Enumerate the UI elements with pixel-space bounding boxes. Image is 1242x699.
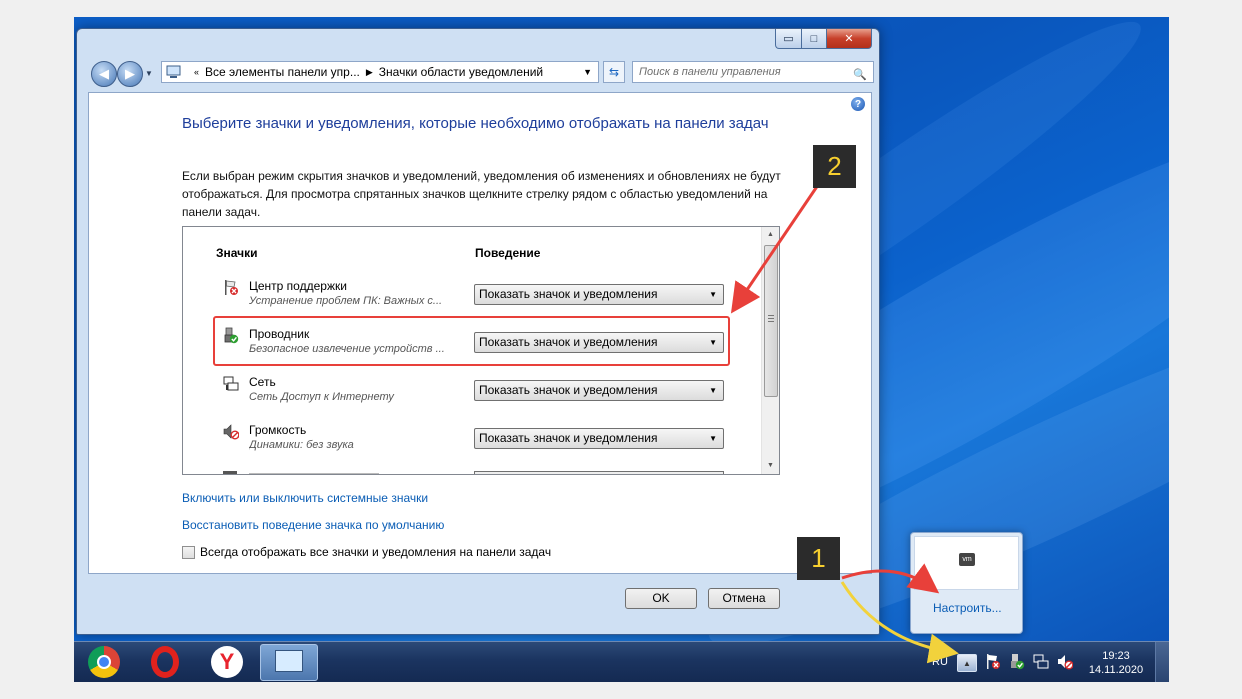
row-description: Устранение проблем ПК: Важных с...: [249, 295, 443, 307]
action-center-flag-icon[interactable]: [985, 653, 1001, 671]
window-controls: ▭ □ ✕: [775, 29, 872, 49]
chevron-up-icon: ▲: [963, 658, 971, 668]
clock-date: 14.11.2020: [1088, 664, 1144, 676]
behavior-select-value: Показать значок и уведомления: [479, 383, 658, 397]
minimize-button[interactable]: ▭: [775, 29, 802, 49]
breadcrumb-notification-icons[interactable]: Значки области уведомлений: [379, 65, 543, 79]
chevron-down-icon: ▼: [709, 290, 717, 299]
row-description: Сеть Доступ к Интернету: [249, 391, 394, 403]
list-item: Проводник Безопасное извлечение устройст…: [217, 327, 737, 373]
always-show-label[interactable]: Всегда отображать все значки и уведомлен…: [200, 545, 551, 559]
breadcrumb-separator[interactable]: ▶: [366, 67, 373, 78]
safe-removal-icon[interactable]: [1009, 653, 1025, 671]
scroll-up-icon[interactable]: ▲: [762, 227, 779, 243]
column-header-icons: Значки: [216, 246, 258, 260]
always-show-checkbox[interactable]: [182, 545, 195, 559]
chevron-down-icon: ▼: [709, 386, 717, 395]
list-scrollbar[interactable]: ▲ ▼: [761, 227, 779, 474]
volume-muted-icon: [223, 424, 239, 440]
behavior-select-value: Показать значок и уведомления: [479, 335, 658, 349]
forward-button[interactable]: ▶: [117, 61, 143, 87]
notification-icons-list: Значки Поведение Центр поддержки Устране…: [182, 226, 780, 475]
control-panel-small-icon: [166, 65, 181, 78]
row-description: Безопасное извлечение устройств ...: [249, 343, 445, 355]
behavior-select-partial[interactable]: [474, 471, 724, 474]
behavior-select[interactable]: Показать значок и уведомления ▼: [474, 428, 724, 449]
history-dropdown-icon[interactable]: ▼: [145, 69, 153, 78]
scroll-down-icon[interactable]: ▼: [762, 458, 779, 474]
opera-icon[interactable]: [151, 646, 179, 678]
chevron-down-icon[interactable]: ▼: [583, 67, 592, 77]
chevron-down-icon: ▼: [709, 338, 717, 347]
navigation-bar: ◀ ▶ ▼ « Все элементы панели упр... ▶ Зна…: [91, 60, 876, 87]
row-name: Центр поддержки: [249, 279, 347, 293]
list-item-partial: [223, 471, 379, 474]
behavior-select-value: Показать значок и уведомления: [479, 287, 658, 301]
taskbar: Y RU ▲ 19:23 14.11.2020: [74, 641, 1169, 682]
language-indicator[interactable]: RU: [932, 656, 948, 668]
content-pane: ? Выберите значки и уведомления, которые…: [88, 92, 872, 574]
help-icon[interactable]: ?: [851, 97, 865, 111]
chrome-icon[interactable]: [88, 646, 120, 678]
system-icons-link[interactable]: Включить или выключить системные значки: [182, 491, 428, 505]
notification-overflow-popup: vm Настроить...: [910, 532, 1023, 634]
list-item: Громкость Динамики: без звука Показать з…: [217, 423, 737, 469]
always-show-option[interactable]: Всегда отображать все значки и уведомлен…: [182, 545, 551, 559]
behavior-select[interactable]: Показать значок и уведомления ▼: [474, 380, 724, 401]
restore-defaults-link[interactable]: Восстановить поведение значка по умолчан…: [182, 518, 444, 532]
desktop: ▭ □ ✕ ◀ ▶ ▼ « Все элементы панели упр...…: [74, 17, 1169, 682]
arrow-left-icon: ◀: [99, 66, 109, 81]
behavior-select[interactable]: Показать значок и уведомления ▼: [474, 284, 724, 305]
list-item: Центр поддержки Устранение проблем ПК: В…: [217, 279, 737, 325]
close-button[interactable]: ✕: [827, 29, 872, 49]
breadcrumb-separator: «: [194, 67, 200, 77]
list-item: Сеть Сеть Доступ к Интернету Показать зн…: [217, 375, 737, 421]
control-panel-window: ▭ □ ✕ ◀ ▶ ▼ « Все элементы панели упр...…: [76, 28, 880, 635]
control-panel-icon: [275, 650, 303, 672]
search-placeholder: Поиск в панели управления: [639, 66, 781, 78]
chevron-down-icon: ▼: [709, 434, 717, 443]
arrow-right-icon: ▶: [125, 66, 135, 81]
behavior-select-value: Показать значок и уведомления: [479, 431, 658, 445]
address-bar[interactable]: « Все элементы панели упр... ▶ Значки об…: [161, 61, 599, 83]
network-icon: [223, 376, 239, 391]
breadcrumb-all-items[interactable]: Все элементы панели упр...: [205, 65, 360, 79]
refresh-icon: ⇆: [608, 65, 620, 79]
cancel-button[interactable]: Отмена: [708, 588, 780, 609]
clock[interactable]: 19:23 14.11.2020: [1085, 649, 1147, 677]
action-center-flag-icon: [225, 280, 238, 295]
ok-button[interactable]: OK: [625, 588, 697, 609]
customize-link[interactable]: Настроить...: [933, 601, 1002, 615]
row-name: Громкость: [249, 423, 307, 437]
search-icon[interactable]: 🔍: [853, 65, 867, 82]
refresh-button[interactable]: ⇆: [603, 61, 625, 83]
show-desktop-button[interactable]: [1155, 642, 1169, 682]
volume-muted-icon[interactable]: [1057, 653, 1073, 671]
back-button[interactable]: ◀: [91, 61, 117, 87]
show-hidden-icons-button[interactable]: ▲: [957, 654, 977, 672]
yandex-browser-icon[interactable]: Y: [211, 646, 243, 678]
safe-removal-icon: [224, 327, 239, 344]
row-name: Проводник: [249, 327, 310, 341]
search-input[interactable]: Поиск в панели управления 🔍: [632, 61, 874, 83]
scrollbar-thumb[interactable]: [764, 245, 778, 397]
column-header-behavior: Поведение: [475, 246, 541, 260]
clock-time: 19:23: [1102, 650, 1130, 662]
vmware-tools-icon[interactable]: vm: [959, 553, 975, 566]
row-name: Сеть: [249, 375, 276, 389]
control-panel-taskbar-button[interactable]: [260, 644, 318, 681]
row-description: Динамики: без звука: [249, 439, 354, 451]
maximize-button[interactable]: □: [802, 29, 827, 49]
overflow-icons-area: vm: [914, 536, 1019, 590]
page-description: Если выбран режим скрытия значков и увед…: [182, 169, 781, 219]
network-icon[interactable]: [1033, 653, 1049, 671]
page-title: Выберите значки и уведомления, которые н…: [182, 115, 769, 132]
behavior-select[interactable]: Показать значок и уведомления ▼: [474, 332, 724, 353]
